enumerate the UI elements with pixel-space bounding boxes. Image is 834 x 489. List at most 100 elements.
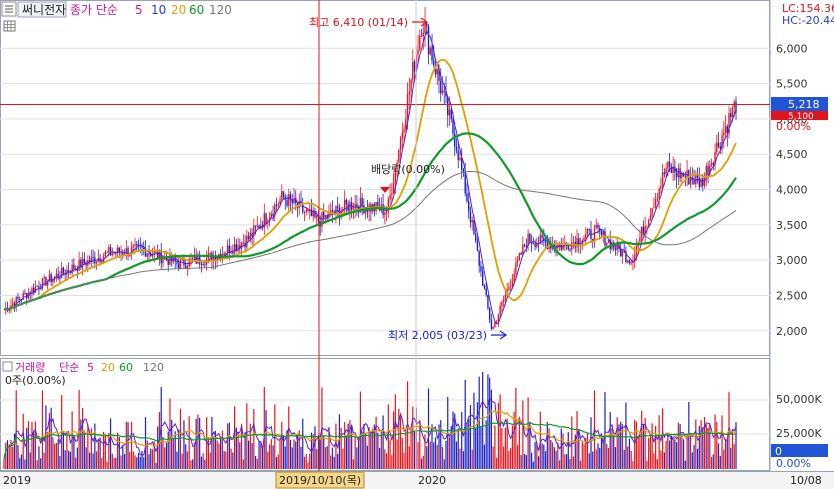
candle-body — [282, 191, 285, 197]
volume-bar — [76, 447, 78, 469]
volume-bar — [277, 454, 279, 469]
volume-bar — [220, 438, 222, 469]
volume-bar — [448, 437, 451, 469]
volume-bar — [649, 435, 651, 469]
price-y-axis: 6,0005,5005,0004,5004,0003,5003,0002,500… — [776, 42, 808, 338]
volume-bar — [186, 451, 189, 469]
candle-body — [689, 178, 692, 185]
volume-bar — [197, 414, 199, 469]
candle-body — [660, 185, 662, 189]
grid-toggle-icon[interactable] — [3, 20, 16, 32]
volume-bar — [487, 374, 489, 469]
candle-body — [19, 298, 21, 300]
candle-body — [592, 238, 594, 241]
candle-body — [583, 237, 585, 241]
x-label-2020: 2020 — [418, 474, 446, 487]
legend-ma60[interactable]: 60 — [189, 3, 204, 17]
volume-bar — [730, 447, 732, 469]
price-tick-label: 2,500 — [776, 289, 808, 302]
stock-chart[interactable]: 써니전자 종가 단순 5 10 20 60 120 LC:154.36 HC:-… — [0, 0, 834, 489]
volume-bar — [590, 417, 592, 469]
price-tick-label: 4,500 — [776, 148, 808, 161]
candle-body — [516, 260, 519, 263]
volume-bar — [572, 456, 575, 469]
volume-bar — [148, 454, 150, 469]
volume-bar — [541, 443, 543, 469]
candle-body — [457, 150, 459, 160]
volume-legend-ma5[interactable]: 5 — [87, 361, 94, 374]
candle-body — [254, 225, 257, 227]
volume-bar — [618, 424, 620, 469]
volume-bar — [99, 437, 101, 469]
candle-body — [730, 113, 732, 117]
candle-body — [242, 242, 245, 244]
candle-body — [413, 61, 416, 72]
volume-bar — [354, 436, 356, 469]
volume-legend-ma60[interactable]: 60 — [119, 361, 133, 374]
volume-bar — [199, 417, 201, 469]
volume-bar — [681, 434, 683, 469]
volume-bar — [365, 433, 367, 469]
volume-bar — [102, 431, 105, 469]
volume-bar — [607, 447, 610, 469]
candle-body — [698, 177, 701, 187]
volume-legend-ma120[interactable]: 120 — [143, 361, 164, 374]
volume-bar — [254, 455, 257, 469]
candle-body — [436, 68, 438, 75]
candle-body — [494, 322, 496, 327]
legend-ma5[interactable]: 5 — [135, 3, 143, 17]
volume-mode: 단순 — [59, 361, 79, 374]
candle-body — [705, 166, 708, 176]
candle-body — [382, 204, 384, 215]
volume-bar — [122, 446, 124, 469]
candle-body — [628, 260, 631, 264]
volume-bar — [712, 454, 714, 469]
candle-body — [654, 199, 657, 208]
volume-bar — [55, 442, 58, 469]
candle-body — [642, 226, 645, 235]
volume-bar — [716, 421, 718, 469]
volume-bar — [209, 452, 211, 469]
legend-ma20[interactable]: 20 — [171, 3, 186, 17]
candle-body — [178, 263, 180, 269]
candle-body — [621, 250, 624, 257]
volume-bar — [368, 427, 370, 469]
price-pct-readout: 0.00% — [776, 120, 811, 133]
volume-bar — [331, 447, 334, 469]
volume-bar — [394, 394, 396, 469]
legend-ma120[interactable]: 120 — [209, 3, 232, 17]
candle-body — [651, 208, 653, 216]
legend-ma10[interactable]: 10 — [151, 3, 166, 17]
candle-body — [162, 259, 164, 264]
candle-body — [541, 235, 543, 238]
volume-bar — [130, 421, 133, 469]
volume-bar — [307, 462, 309, 469]
volume-menu-icon[interactable] — [2, 361, 13, 372]
volume-bar — [247, 440, 250, 469]
volume-bar — [176, 451, 178, 469]
volume-bar — [682, 439, 685, 469]
candle-body — [62, 267, 65, 274]
volume-bar — [50, 407, 52, 469]
candle-body — [270, 213, 272, 218]
volume-bar — [560, 428, 562, 469]
volume-bar — [543, 444, 545, 469]
volume-bar — [480, 425, 482, 469]
volume-bar — [349, 420, 351, 469]
volume-bar — [672, 436, 674, 469]
candle-body — [667, 161, 669, 169]
volume-bar — [604, 391, 606, 469]
candle-body — [412, 61, 414, 80]
volume-bar — [136, 457, 138, 469]
candle-body — [385, 211, 388, 213]
volume-legend-ma20[interactable]: 20 — [101, 361, 115, 374]
candle-body — [663, 172, 666, 175]
candle-body — [476, 240, 479, 252]
candle-body — [569, 248, 571, 250]
candle-body — [656, 198, 659, 200]
volume-bar — [537, 456, 540, 469]
candle-body — [401, 132, 404, 139]
candle-body — [488, 307, 491, 320]
volume-bar — [517, 444, 519, 469]
volume-bar — [190, 460, 192, 469]
